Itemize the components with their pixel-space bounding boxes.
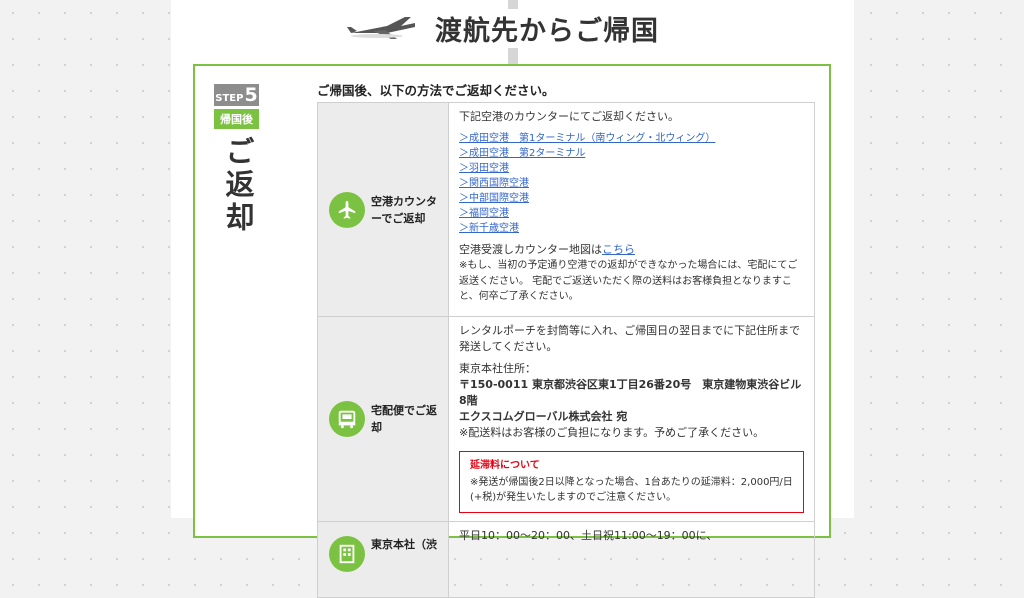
phase-badge: 帰国後	[214, 109, 259, 129]
page-header: 渡航先からご帰国	[347, 8, 665, 48]
address-line-1: 〒150-0011 東京都渋谷区東1丁目26番20号 東京建物東渋谷ビル8階	[459, 378, 802, 407]
truck-icon	[329, 401, 365, 437]
counter-map-line: 空港受渡しカウンター地図はこちら	[459, 243, 635, 256]
airplane-icon	[347, 17, 415, 39]
method-label-delivery: 宅配便でご返 却	[371, 404, 437, 434]
intro-text: ご帰国後、以下の方法でご返却ください。	[317, 83, 555, 98]
delivery-lead-text: レンタルポーチを封筒等に入れ、ご帰国日の翌日までに下記住所まで発送してください。	[459, 324, 801, 353]
return-methods-table: 空港カウンタ ーでご返却 下記空港のカウンターにてご返却ください。 ＞成田空港 …	[317, 102, 815, 598]
table-row: 空港カウンタ ーでご返却 下記空港のカウンターにてご返却ください。 ＞成田空港 …	[317, 102, 815, 317]
late-fee-text: ※発送が帰国後2日以降となった場合、1台あたりの延滞料：2,000円/日(+税)…	[470, 477, 793, 503]
table-row: 東京本社（渋 平日10：00～20：00、土日祝11:00～19：00に、	[317, 521, 815, 598]
office-hours-text: 平日10：00～20：00、土日祝11:00～19：00に、	[459, 529, 718, 542]
late-fee-notice: 延滞料について ※発送が帰国後2日以降となった場合、1台あたりの延滞料：2,00…	[459, 451, 804, 513]
step-title: ご返却	[221, 136, 255, 235]
table-row: 宅配便でご返 却 レンタルポーチを封筒等に入れ、ご帰国日の翌日までに下記住所まで…	[317, 316, 815, 522]
link-fukuoka[interactable]: ＞福岡空港	[459, 206, 804, 221]
airport-lead-text: 下記空港のカウンターにてご返却ください。	[459, 110, 679, 123]
link-kansai[interactable]: ＞関西国際空港	[459, 176, 804, 191]
step-word: STEP	[215, 93, 244, 104]
step-badge: STEP 5	[214, 84, 259, 106]
link-narita-t2[interactable]: ＞成田空港 第2ターミナル	[459, 146, 804, 161]
airplane-icon	[329, 191, 365, 228]
page-title: 渡航先からご帰国	[429, 8, 665, 48]
link-chubu[interactable]: ＞中部国際空港	[459, 191, 804, 206]
method-detail-delivery: レンタルポーチを封筒等に入れ、ご帰国日の翌日までに下記住所まで発送してください。…	[448, 316, 815, 522]
building-icon	[329, 536, 365, 572]
link-haneda[interactable]: ＞羽田空港	[459, 161, 804, 176]
address-line-2: エクスコムグローバル株式会社 宛	[459, 410, 628, 423]
link-new-chitose[interactable]: ＞新千歳空港	[459, 221, 804, 236]
late-fee-title: 延滞料について	[470, 460, 540, 471]
return-step-box: STEP 5 帰国後 ご返却 ご帰国後、以下の方法でご返却ください。 空港カウン…	[193, 64, 831, 598]
method-label-airport: 空港カウンタ ーでご返却	[371, 194, 437, 225]
page-content: 渡航先からご帰国 STEP 5 帰国後 ご返却 ご帰国後、以下の方法でご返却くだ…	[171, 0, 854, 598]
airport-return-note: ※もし、当初の予定通り空港での返却ができなかった場合には、宅配にてご返送ください…	[459, 260, 798, 302]
link-narita-t1[interactable]: ＞成田空港 第1ターミナル（南ウィング・北ウィング）	[459, 131, 804, 146]
airport-link-list: ＞成田空港 第1ターミナル（南ウィング・北ウィング） ＞成田空港 第2ターミナル…	[459, 131, 804, 236]
method-label-cell: 空港カウンタ ーでご返却	[317, 102, 449, 317]
method-detail-office: 平日10：00～20：00、土日祝11:00～19：00に、	[448, 521, 815, 598]
method-label-cell: 東京本社（渋	[317, 521, 449, 598]
counter-map-link[interactable]: こちら	[602, 243, 635, 256]
shipping-cost-note: ※配送料はお客様のご負担になります。予めご了承ください。	[459, 426, 765, 439]
step-number: 5	[244, 84, 258, 106]
method-label-cell: 宅配便でご返 却	[317, 316, 449, 522]
address-label: 東京本社住所：	[459, 362, 536, 375]
method-label-office: 東京本社（渋	[371, 538, 437, 551]
method-detail-airport: 下記空港のカウンターにてご返却ください。 ＞成田空港 第1ターミナル（南ウィング…	[448, 102, 815, 317]
